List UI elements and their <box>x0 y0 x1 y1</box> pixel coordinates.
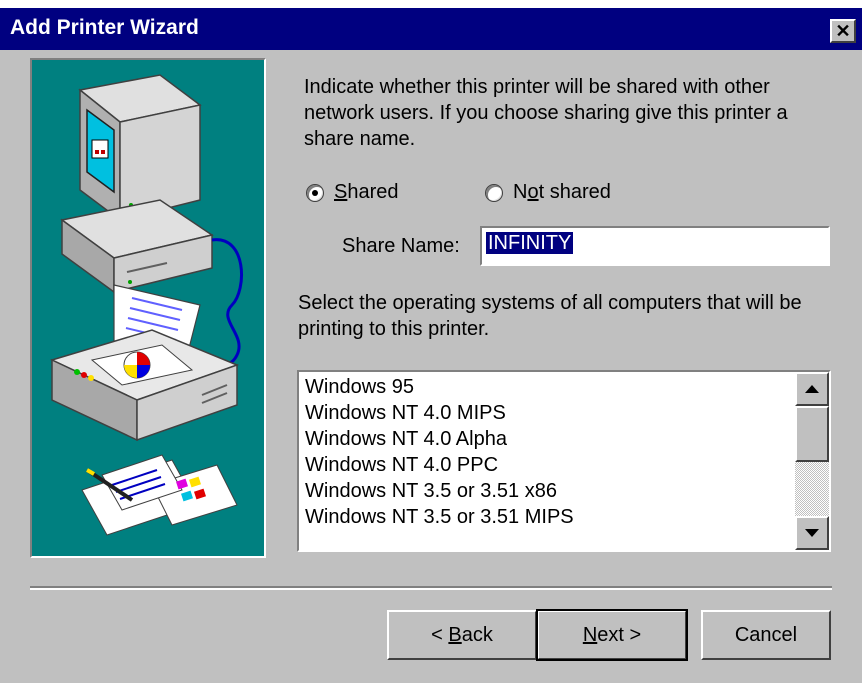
sharing-instruction: Indicate whether this printer will be sh… <box>304 76 788 150</box>
list-item[interactable]: Windows NT 3.5 or 3.51 x86 <box>305 478 574 504</box>
back-button-label: < Back <box>431 623 493 646</box>
title-bar[interactable]: Add Printer Wizard ✕ <box>0 8 862 50</box>
window-title: Add Printer Wizard <box>10 16 199 39</box>
divider <box>30 586 832 590</box>
radio-not-shared-label: Not shared <box>513 181 611 203</box>
share-name-value[interactable]: INFINITY <box>486 232 574 254</box>
next-button-label: Next > <box>582 623 642 646</box>
scroll-down-button[interactable] <box>795 516 829 550</box>
close-icon: ✕ <box>835 20 851 41</box>
radio-selected-indicator[interactable] <box>306 183 324 202</box>
add-printer-wizard-window: Add Printer Wizard ✕ Indicate whether th… <box>0 8 862 683</box>
os-instruction: Select the operating systems of all comp… <box>298 292 802 340</box>
radio-not-shared[interactable]: Not shared <box>485 181 611 204</box>
share-name-label: Share Name: <box>342 235 460 257</box>
close-button[interactable]: ✕ <box>830 19 856 43</box>
share-name-input[interactable]: INFINITY <box>480 226 830 266</box>
radio-shared-label: Shared <box>334 181 399 203</box>
os-list-items: Windows 95 Windows NT 4.0 MIPS Windows N… <box>305 374 574 530</box>
wizard-illustration <box>30 58 266 558</box>
list-item[interactable]: Windows 95 <box>305 374 574 400</box>
computer-printer-documents-illustration <box>49 74 243 536</box>
cancel-button[interactable]: Cancel <box>701 610 831 660</box>
radio-unselected-indicator[interactable] <box>485 183 503 202</box>
arrow-up-icon <box>805 385 819 393</box>
list-item[interactable]: Windows NT 4.0 MIPS <box>305 400 574 426</box>
back-button[interactable]: < Back <box>387 610 537 660</box>
scroll-thumb[interactable] <box>795 406 829 462</box>
vertical-scrollbar[interactable] <box>795 372 829 550</box>
list-item[interactable]: Windows NT 4.0 Alpha <box>305 426 574 452</box>
scroll-up-button[interactable] <box>795 372 829 406</box>
radio-shared[interactable]: Shared <box>306 181 399 204</box>
list-item[interactable]: Windows NT 3.5 or 3.51 MIPS <box>305 504 574 530</box>
arrow-down-icon <box>805 529 819 537</box>
list-item[interactable]: Windows NT 4.0 PPC <box>305 452 574 478</box>
cancel-button-label: Cancel <box>734 623 798 646</box>
os-listbox[interactable]: Windows 95 Windows NT 4.0 MIPS Windows N… <box>297 370 831 552</box>
next-button[interactable]: Next > <box>536 609 688 661</box>
